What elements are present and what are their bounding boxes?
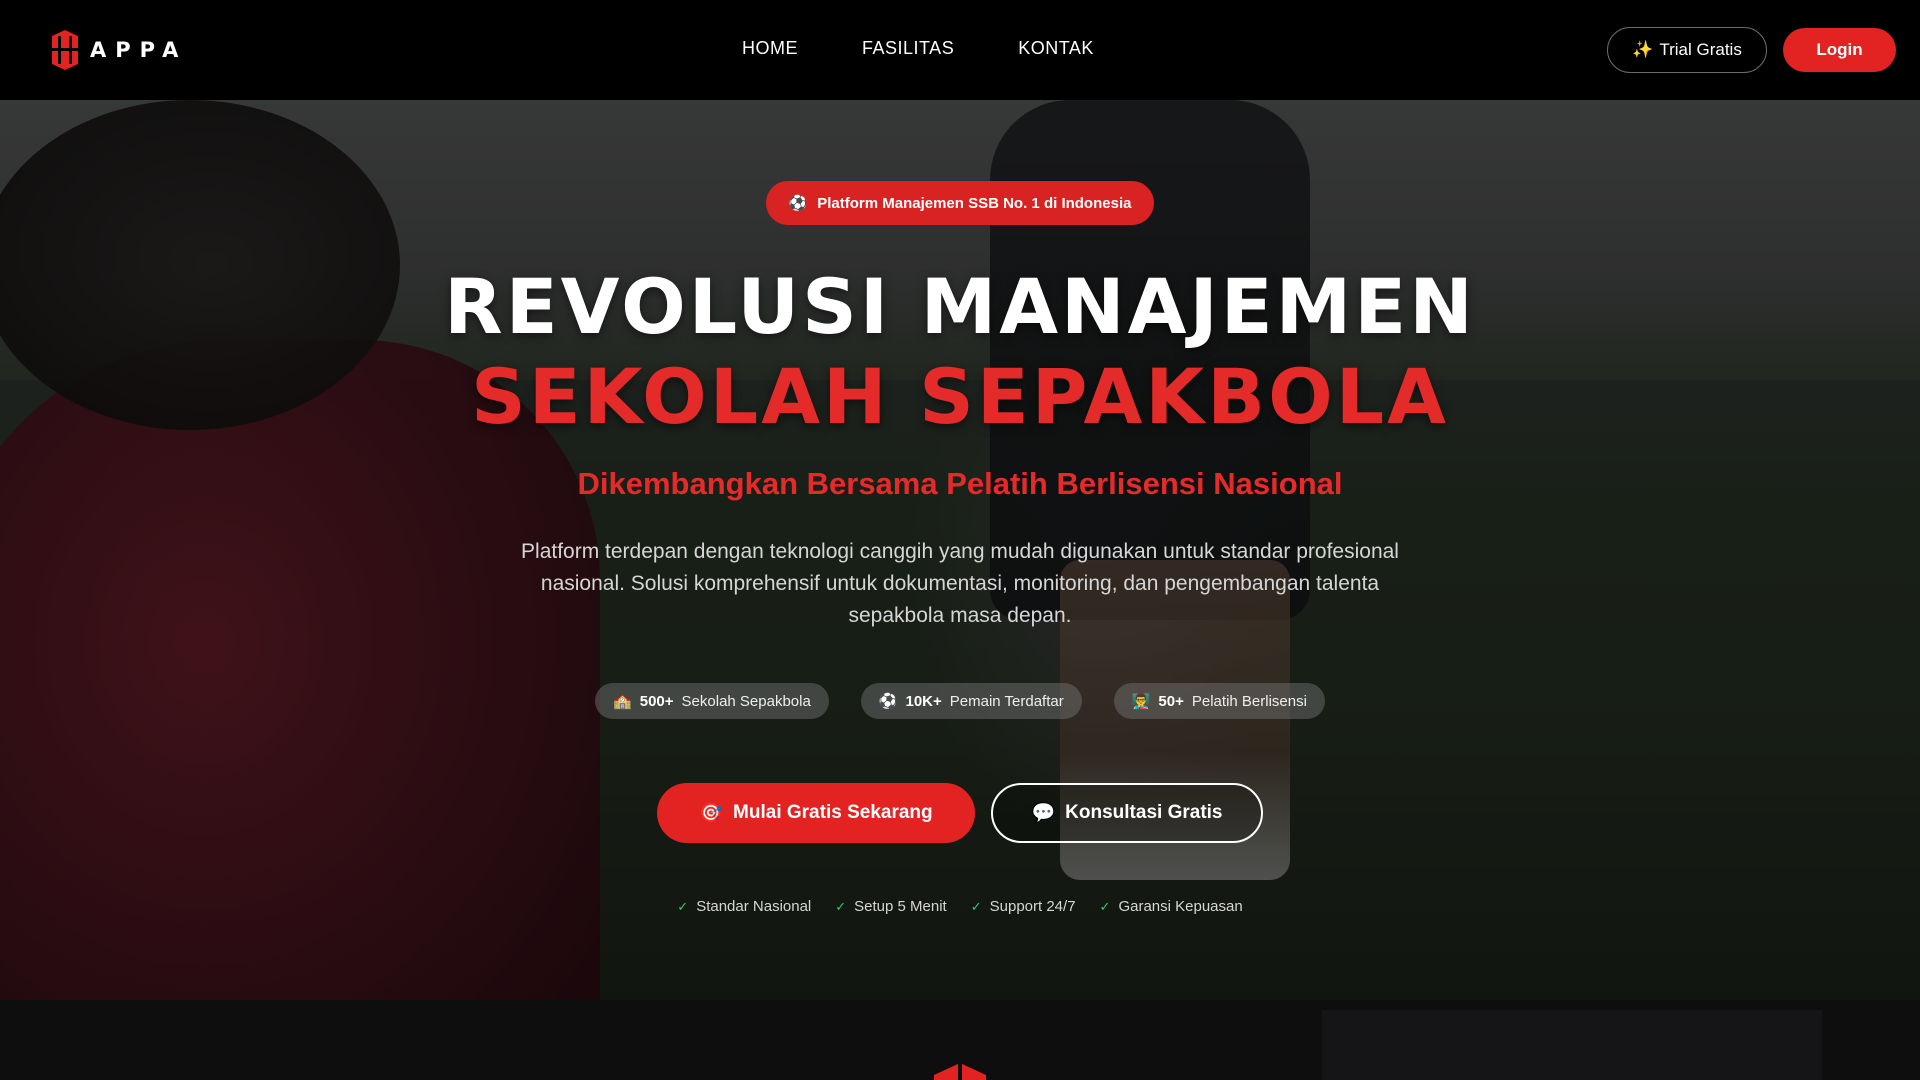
start-free-button[interactable]: 🎯 Mulai Gratis Sekarang: [657, 783, 975, 843]
main-nav: HOME FASILITAS KONTAK: [742, 38, 1094, 59]
free-consultation-button[interactable]: 💬 Konsultasi Gratis: [991, 783, 1263, 843]
feature-item: ✓ Garansi Kepuasan: [1100, 898, 1243, 915]
stat-coaches: 👨‍🏫 50+ Pelatih Berlisensi: [1113, 683, 1325, 719]
nav-fasilitas[interactable]: FASILITAS: [862, 38, 954, 59]
hero-description: Platform terdepan dengan teknologi cangg…: [521, 540, 1399, 627]
check-icon: ✓: [677, 898, 689, 914]
hero-content: ⚽ Platform Manajemen SSB No. 1 di Indone…: [0, 100, 1920, 1000]
school-icon: 🏫: [613, 693, 632, 710]
stat-value: 50+: [1158, 692, 1184, 710]
feature-item: ✓ Standar Nasional: [677, 898, 811, 915]
hero-stats: 🏫 500+ Sekolah Sepakbola ⚽ 10K+ Pemain T…: [0, 683, 1920, 719]
hero-subtitle: Dikembangkan Bersama Pelatih Berlisensi …: [577, 466, 1343, 501]
feature-label: Setup 5 Menit: [854, 898, 947, 915]
feature-label: Standar Nasional: [696, 898, 812, 915]
hero-title-line-1: REVOLUSI MANAJEMEN: [444, 262, 1476, 351]
start-free-button-label: Mulai Gratis Sekarang: [733, 802, 933, 823]
hero-feature-list: ✓ Standar Nasional ✓ Setup 5 Menit ✓ Sup…: [0, 898, 1920, 915]
hero-badge: ⚽ Platform Manajemen SSB No. 1 di Indone…: [766, 181, 1154, 225]
appa-logo-icon: [52, 30, 78, 70]
stat-schools: 🏫 500+ Sekolah Sepakbola: [595, 683, 829, 719]
feature-item: ✓ Support 24/7: [971, 898, 1076, 915]
stat-value: 10K+: [905, 692, 942, 710]
stat-value: 500+: [639, 692, 674, 710]
stat-label: Sekolah Sepakbola: [681, 692, 811, 710]
sparkle-icon: ✨: [1632, 40, 1654, 59]
stat-players: ⚽ 10K+ Pemain Terdaftar: [860, 683, 1082, 719]
hero-title-line-2: SEKOLAH SEPAKBOLA: [471, 352, 1449, 441]
stat-label: Pelatih Berlisensi: [1191, 692, 1307, 710]
soccer-ball-icon: ⚽: [788, 195, 808, 212]
login-button[interactable]: Login: [1783, 28, 1896, 72]
nav-kontak[interactable]: KONTAK: [1018, 38, 1094, 59]
check-icon: ✓: [970, 898, 982, 914]
brand-name: APPA: [90, 38, 188, 62]
hero-section: ⚽ Platform Manajemen SSB No. 1 di Indone…: [0, 100, 1920, 1000]
hero-badge-text: Platform Manajemen SSB No. 1 di Indonesi…: [817, 194, 1132, 212]
trial-button[interactable]: ✨ Trial Gratis: [1607, 27, 1767, 73]
brand-logo[interactable]: APPA: [50, 30, 187, 70]
stat-label: Pemain Terdaftar: [949, 692, 1064, 710]
feature-label: Garansi Kepuasan: [1118, 898, 1243, 915]
nav-home[interactable]: HOME: [742, 38, 798, 59]
target-icon: 🎯: [699, 803, 724, 824]
free-consultation-button-label: Konsultasi Gratis: [1065, 802, 1223, 823]
feature-item: ✓ Setup 5 Menit: [835, 898, 946, 915]
hero-cta-row: 🎯 Mulai Gratis Sekarang 💬 Konsultasi Gra…: [0, 783, 1920, 843]
soccer-ball-icon: ⚽: [878, 693, 898, 710]
feature-label: Support 24/7: [989, 898, 1076, 915]
trial-button-label: Trial Gratis: [1659, 40, 1742, 59]
chat-bubble-icon: 💬: [1031, 803, 1056, 824]
next-section-panel: [1322, 1010, 1822, 1080]
check-icon: ✓: [835, 898, 847, 914]
check-icon: ✓: [1099, 898, 1111, 914]
appa-logo-icon: [934, 1063, 986, 1080]
teacher-icon: 👨‍🏫: [1131, 693, 1151, 710]
top-navbar: APPA HOME FASILITAS KONTAK ✨ Trial Grati…: [0, 0, 1920, 100]
